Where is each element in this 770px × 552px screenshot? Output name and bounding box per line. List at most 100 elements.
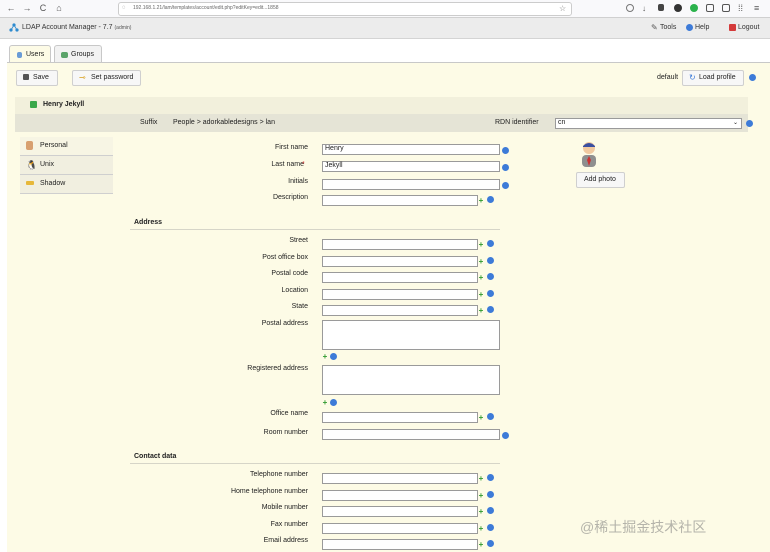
tab-users[interactable]: Users [9, 45, 51, 63]
help-icon[interactable] [487, 413, 494, 420]
help-icon[interactable] [487, 540, 494, 547]
help-icon[interactable] [502, 164, 509, 171]
help-icon[interactable] [487, 306, 494, 313]
home-telephone-label: Home telephone number [230, 488, 308, 495]
extension-box-icon[interactable] [706, 4, 714, 12]
help-icon[interactable] [487, 474, 494, 481]
registered-address-textarea[interactable] [322, 365, 500, 395]
add-icon[interactable]: + [478, 197, 484, 205]
add-icon[interactable]: + [478, 414, 484, 422]
rdn-value: cn [558, 119, 566, 126]
add-icon[interactable]: + [478, 291, 484, 299]
help-icon[interactable] [330, 353, 337, 360]
suffix-value[interactable]: People > adorkabledesigns > lan [173, 119, 275, 126]
help-icon[interactable] [487, 290, 494, 297]
reload-icon[interactable]: C [38, 3, 48, 13]
last-name-value: Jekyll [325, 162, 343, 169]
email-field[interactable] [322, 539, 478, 550]
help-icon[interactable] [330, 399, 337, 406]
help-icon[interactable] [487, 196, 494, 203]
bookmark-star-icon[interactable]: ☆ [559, 4, 566, 13]
help-icon[interactable] [487, 240, 494, 247]
sidebar-item-label: Shadow [40, 180, 66, 187]
fax-field[interactable] [322, 523, 478, 534]
location-field[interactable] [322, 289, 478, 300]
menu-icon[interactable]: ≡ [754, 4, 762, 13]
extension-window-icon[interactable] [722, 4, 730, 12]
street-field[interactable] [322, 239, 478, 250]
sidebar-item-personal[interactable]: Personal [20, 137, 113, 156]
help-icon[interactable] [749, 74, 756, 81]
help-icon[interactable] [487, 524, 494, 531]
rdn-label: RDN identifier [495, 119, 539, 126]
url-text: 192.168.1.21/lam/templates/account/edit.… [133, 5, 279, 11]
lock-icon [30, 101, 37, 108]
help-icon[interactable] [487, 273, 494, 280]
add-photo-button[interactable]: Add photo [576, 172, 625, 188]
add-icon[interactable]: + [478, 274, 484, 282]
sidebar-item-shadow[interactable]: Shadow [20, 175, 113, 194]
home-icon[interactable]: ⌂ [54, 3, 64, 13]
add-icon[interactable]: + [478, 307, 484, 315]
download-icon[interactable]: ↓ [642, 4, 650, 13]
help-icon[interactable] [487, 257, 494, 264]
room-number-field[interactable] [322, 429, 500, 440]
last-name-field[interactable]: Jekyll [322, 161, 500, 172]
description-field[interactable] [322, 195, 478, 206]
first-name-value: Henry [325, 145, 344, 152]
load-profile-button[interactable]: ↻ Load profile [682, 70, 744, 86]
shield-icon: ◌ [122, 5, 126, 11]
rdn-help-icon[interactable] [746, 120, 753, 127]
po-box-field[interactable] [322, 256, 478, 267]
add-icon[interactable]: + [478, 258, 484, 266]
help-icon[interactable] [487, 491, 494, 498]
rdn-select[interactable]: cn ⌄ [555, 118, 742, 129]
initials-field[interactable] [322, 179, 500, 190]
office-name-field[interactable] [322, 412, 478, 423]
extension-dark-icon[interactable] [674, 4, 682, 12]
add-icon[interactable]: + [478, 508, 484, 516]
add-icon[interactable]: + [478, 492, 484, 500]
help-icon[interactable] [487, 507, 494, 514]
address-bar[interactable]: ◌ 192.168.1.21/lam/templates/account/edi… [118, 2, 572, 16]
apps-grid-icon[interactable]: ⁞⁞ [738, 4, 746, 13]
back-icon[interactable]: ← [6, 3, 16, 13]
watermark: @稀土掘金技术社区 [580, 519, 707, 535]
telephone-field[interactable] [322, 473, 478, 484]
po-box-label: Post office box [262, 254, 308, 261]
state-field[interactable] [322, 305, 478, 316]
add-icon[interactable]: + [478, 241, 484, 249]
add-icon[interactable]: + [478, 541, 484, 549]
save-button[interactable]: Save [16, 70, 58, 86]
add-icon[interactable]: + [478, 525, 484, 533]
help-icon[interactable] [502, 147, 509, 154]
postal-address-textarea[interactable] [322, 320, 500, 350]
help-link[interactable]: Help [695, 24, 709, 31]
help-icon[interactable] [502, 432, 509, 439]
home-telephone-field[interactable] [322, 490, 478, 501]
set-password-button[interactable]: ⊸ Set password [72, 70, 141, 86]
chevron-down-icon: ⌄ [733, 120, 739, 126]
pocket-icon[interactable] [626, 4, 634, 12]
extension-icon[interactable] [658, 4, 664, 11]
tools-link[interactable]: Tools [660, 24, 676, 31]
tux-icon: 🐧 [26, 160, 38, 170]
add-icon[interactable]: + [322, 353, 328, 361]
state-label: State [291, 303, 308, 310]
account-name: Henry Jekyll [43, 101, 85, 108]
tab-groups[interactable]: Groups [54, 45, 102, 63]
postal-code-field[interactable] [322, 272, 478, 283]
extension-green-icon[interactable] [690, 4, 698, 12]
section-contact-title: Contact data [134, 453, 177, 460]
first-name-field[interactable]: Henry [322, 144, 500, 155]
add-icon[interactable]: + [322, 399, 328, 407]
mobile-field[interactable] [322, 506, 478, 517]
email-label: Email address [263, 537, 308, 544]
add-icon[interactable]: + [478, 475, 484, 483]
logout-link[interactable]: Logout [738, 24, 759, 31]
forward-icon[interactable]: → [22, 3, 32, 13]
help-icon[interactable] [502, 182, 509, 189]
sidebar-item-unix[interactable]: 🐧 Unix [20, 156, 113, 175]
key-icon: ⊸ [79, 73, 86, 82]
sidebar-item-label: Unix [40, 161, 55, 168]
